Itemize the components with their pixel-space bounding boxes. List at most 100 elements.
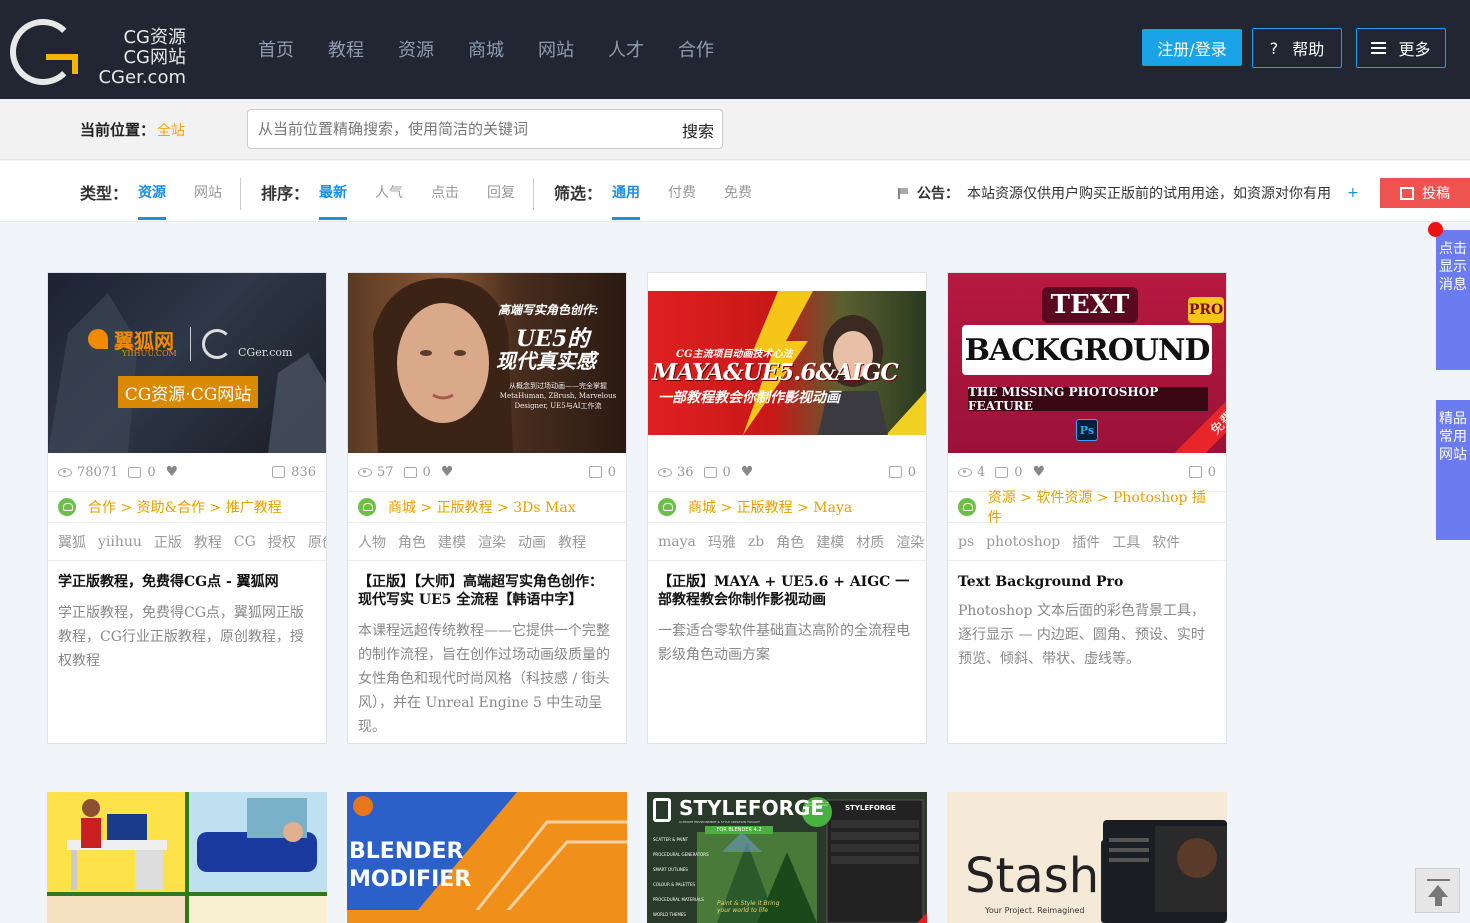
tag[interactable]: 玛雅 bbox=[708, 532, 736, 552]
tag[interactable]: 角色 bbox=[776, 532, 804, 552]
more-button[interactable]: 更多 bbox=[1356, 28, 1446, 68]
blender-line-2: MODIFIER bbox=[349, 867, 472, 892]
tag[interactable]: 建模 bbox=[816, 532, 844, 552]
price-option-paid[interactable]: 付费 bbox=[668, 161, 696, 222]
tag[interactable]: 动画 bbox=[518, 532, 546, 552]
tag[interactable]: photoshop bbox=[986, 534, 1060, 550]
comment-count: 0 bbox=[422, 464, 431, 480]
heart-icon[interactable]: ♥ bbox=[441, 464, 454, 480]
resource-card[interactable]: STYLEFORGE ULTIMATE ENVIRONMENT & STYLE … bbox=[647, 792, 927, 923]
nav-talent[interactable]: 人才 bbox=[608, 36, 644, 62]
card-title[interactable]: Text Background Pro bbox=[958, 573, 1216, 591]
tag[interactable]: CG bbox=[234, 534, 256, 550]
tag[interactable]: 教程 bbox=[558, 532, 586, 552]
type-option-resources[interactable]: 资源 bbox=[138, 161, 167, 222]
thumb-line-6: Designer, UE5与AI工作流 bbox=[514, 402, 602, 410]
sort-filter-label: 排序： bbox=[261, 183, 310, 203]
nav-resources[interactable]: 资源 bbox=[398, 36, 434, 62]
view-count: 36 bbox=[677, 464, 694, 480]
submit-post-button[interactable]: 投稿 bbox=[1380, 178, 1470, 208]
search-button[interactable]: 搜索 bbox=[682, 118, 714, 142]
card-thumbnail[interactable]: CG主流项目动画技术心法 MAYA&UE5.6&AIGC 一部教程教会你制作影视… bbox=[648, 273, 926, 453]
sites-side-tab[interactable]: 精品常用网站 bbox=[1436, 400, 1470, 540]
card-category[interactable]: 合作 > 资助&合作 > 推广教程 bbox=[48, 491, 326, 523]
tag[interactable]: 渲染 bbox=[478, 532, 506, 552]
card-tags: maya 玛雅 zb 角色 建模 材质 渲染 bbox=[648, 523, 926, 561]
tag[interactable]: 渲染 bbox=[896, 532, 924, 552]
help-button[interactable]: ? 帮助 bbox=[1252, 28, 1342, 68]
cger-brand: CGer.com bbox=[238, 346, 293, 359]
resource-card[interactable]: 翼狐网 YIIHUU.COM CGer.com CG资源·CG网站 78071 … bbox=[47, 272, 327, 744]
nav-store[interactable]: 商城 bbox=[468, 36, 504, 62]
search-input[interactable] bbox=[258, 118, 658, 140]
tag[interactable]: yiihuu bbox=[98, 534, 142, 550]
card-stats: 57 0 ♥ 0 bbox=[348, 453, 626, 491]
comment-count: 0 bbox=[147, 464, 156, 480]
type-option-websites[interactable]: 网站 bbox=[194, 161, 222, 222]
tag[interactable]: maya bbox=[658, 534, 696, 550]
nav-home[interactable]: 首页 bbox=[258, 36, 294, 62]
tag[interactable]: 软件 bbox=[1152, 532, 1180, 552]
login-button[interactable]: 注册/登录 bbox=[1142, 29, 1242, 66]
resource-card[interactable]: Stash Your Project. Reimagined bbox=[947, 792, 1227, 923]
tag[interactable]: 授权 bbox=[268, 532, 296, 552]
tag[interactable]: 角色 bbox=[398, 532, 426, 552]
messages-side-tab[interactable]: 点击显示消息 bbox=[1436, 230, 1470, 370]
notification-dot bbox=[1428, 222, 1443, 237]
tag[interactable]: ps bbox=[958, 534, 974, 550]
nav-tutorials[interactable]: 教程 bbox=[328, 36, 364, 62]
tag[interactable]: 建模 bbox=[438, 532, 466, 552]
card-title[interactable]: 【正版】MAYA + UE5.6 + AIGC 一部教程教会你制作影视动画 bbox=[658, 573, 916, 609]
heart-icon[interactable]: ♥ bbox=[166, 464, 179, 480]
comment-icon bbox=[995, 466, 1009, 478]
price-option-general[interactable]: 通用 bbox=[612, 161, 641, 222]
sort-option-newest[interactable]: 最新 bbox=[319, 161, 348, 222]
tag[interactable]: 教程 bbox=[194, 532, 222, 552]
sort-option-popular[interactable]: 人气 bbox=[375, 161, 403, 222]
resource-card[interactable]: CG主流项目动画技术心法 MAYA&UE5.6&AIGC 一部教程教会你制作影视… bbox=[647, 272, 927, 744]
card-thumbnail[interactable]: 翼狐网 YIIHUU.COM CGer.com CG资源·CG网站 bbox=[48, 273, 326, 453]
heart-icon[interactable]: ♥ bbox=[1033, 464, 1046, 480]
tag[interactable]: 正版 bbox=[154, 532, 182, 552]
resource-card[interactable] bbox=[47, 792, 327, 923]
tag[interactable]: 翼狐 bbox=[58, 532, 86, 552]
tag[interactable]: 工具 bbox=[1112, 532, 1140, 552]
price-option-free[interactable]: 免费 bbox=[724, 161, 752, 222]
tag[interactable]: 人物 bbox=[358, 532, 386, 552]
card-description: 一套适合零软件基础直达高阶的全流程电影级角色动画方案 bbox=[658, 623, 910, 663]
thumb-line-3: 现代真实感 bbox=[496, 349, 596, 373]
comment-icon bbox=[128, 466, 142, 478]
announcement-expand-button[interactable]: + bbox=[1347, 185, 1359, 201]
heart-icon[interactable]: ♥ bbox=[741, 464, 754, 480]
styleforge-feature: SCATTER & PAINT bbox=[653, 837, 689, 842]
card-category[interactable]: 商城 > 正版教程 > Maya bbox=[648, 491, 926, 523]
card-stats: 36 0 ♥ 0 bbox=[648, 453, 926, 491]
stash-title: Stash bbox=[965, 848, 1100, 904]
back-to-top-button[interactable] bbox=[1415, 868, 1460, 913]
thumb-line-5: MetaHuman, ZBrush, Marvelous bbox=[499, 392, 617, 400]
sort-option-replies[interactable]: 回复 bbox=[487, 161, 515, 222]
card-thumbnail[interactable]: 高端写实角色创作: UE5的 现代真实感 从概念到过场动画——完全掌握 Meta… bbox=[348, 273, 626, 453]
card-category[interactable]: 商城 > 正版教程 > 3Ds Max bbox=[348, 491, 626, 523]
nav-cooperation[interactable]: 合作 bbox=[678, 36, 714, 62]
card-title[interactable]: 【正版】【大师】高端超写实角色创作：现代写实 UE5 全流程【韩语中字】 bbox=[358, 573, 616, 609]
site-logo[interactable]: CG资源 CG网站 CGer.com bbox=[8, 16, 188, 88]
divider bbox=[533, 178, 534, 210]
card-title[interactable]: 学正版教程，免费得CG点 - 翼狐网 bbox=[58, 573, 316, 591]
resource-card[interactable]: TEXT PRO BACKGROUND THE MISSING PHOTOSHO… bbox=[947, 272, 1227, 744]
sort-option-clicks[interactable]: 点击 bbox=[431, 161, 459, 222]
card-category[interactable]: 资源 > 软件资源 > Photoshop 插件 bbox=[948, 490, 1226, 526]
announcement-text[interactable]: 本站资源仅供用户购买正版前的试用用途，如资源对你有用 bbox=[967, 183, 1331, 203]
location-value[interactable]: 全站 bbox=[157, 123, 185, 139]
tag[interactable]: 原创 bbox=[308, 532, 326, 552]
nav-websites[interactable]: 网站 bbox=[538, 36, 574, 62]
resource-card[interactable]: 高端写实角色创作: UE5的 现代真实感 从概念到过场动画——完全掌握 Meta… bbox=[347, 272, 627, 744]
card-thumbnail[interactable]: TEXT PRO BACKGROUND THE MISSING PHOTOSHO… bbox=[948, 273, 1226, 453]
resource-card[interactable]: BLENDER MODIFIER bbox=[347, 792, 627, 923]
tag[interactable]: zb bbox=[748, 534, 764, 550]
flag-icon bbox=[898, 187, 909, 199]
comment-icon bbox=[403, 466, 417, 478]
tag[interactable]: 材质 bbox=[856, 532, 884, 552]
tag[interactable]: 插件 bbox=[1072, 532, 1100, 552]
styleforge-subtitle: ULTIMATE ENVIRONMENT & STYLE CREATION TO… bbox=[679, 820, 761, 824]
